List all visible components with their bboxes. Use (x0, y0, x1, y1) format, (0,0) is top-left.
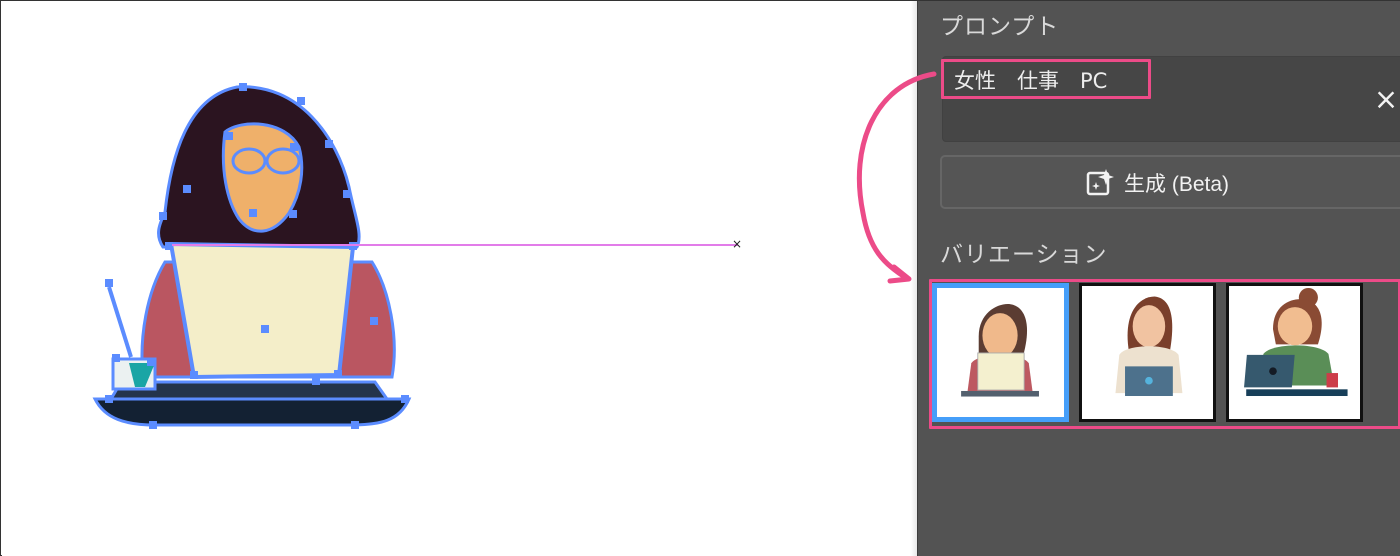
generate-button-content: 生成 (Beta) (1086, 168, 1229, 198)
variation-1-preview (961, 303, 1039, 397)
generate-button[interactable]: 生成 (Beta) (940, 155, 1400, 209)
artwork-pen (107, 286, 133, 358)
variation-thumbnail-3[interactable] (1226, 283, 1363, 422)
variation-3-preview (1244, 287, 1348, 397)
variations-section-title: バリエーション (940, 242, 1108, 268)
artwork-desk-shadow (92, 397, 412, 427)
prompt-value: 女性 仕事 PC (954, 69, 1108, 93)
guide-end-marker: × (731, 237, 743, 251)
selected-vector-artwork[interactable] (87, 77, 422, 432)
artwork-laptop-screen (168, 241, 356, 380)
variation-thumbnails (932, 283, 1363, 422)
smart-guide-line (172, 244, 738, 246)
close-icon[interactable]: × (1372, 85, 1400, 114)
prompt-section-title: プロンプト (940, 14, 1060, 40)
screenshot-frame: × プロンプト 女性 仕事 PC × 生成 (Beta) バリエーション (0, 0, 1400, 556)
variation-thumbnail-1[interactable] (932, 283, 1069, 422)
generative-panel: プロンプト 女性 仕事 PC × 生成 (Beta) バリエーション (917, 1, 1400, 556)
artboard-canvas[interactable]: × (2, 2, 917, 556)
prompt-input[interactable]: 女性 仕事 PC × (942, 56, 1400, 142)
variation-thumbnail-2[interactable] (1079, 283, 1216, 422)
variation-2-preview (1115, 296, 1183, 397)
generate-button-label: 生成 (Beta) (1124, 173, 1230, 196)
sparkle-generate-icon (1086, 169, 1114, 196)
